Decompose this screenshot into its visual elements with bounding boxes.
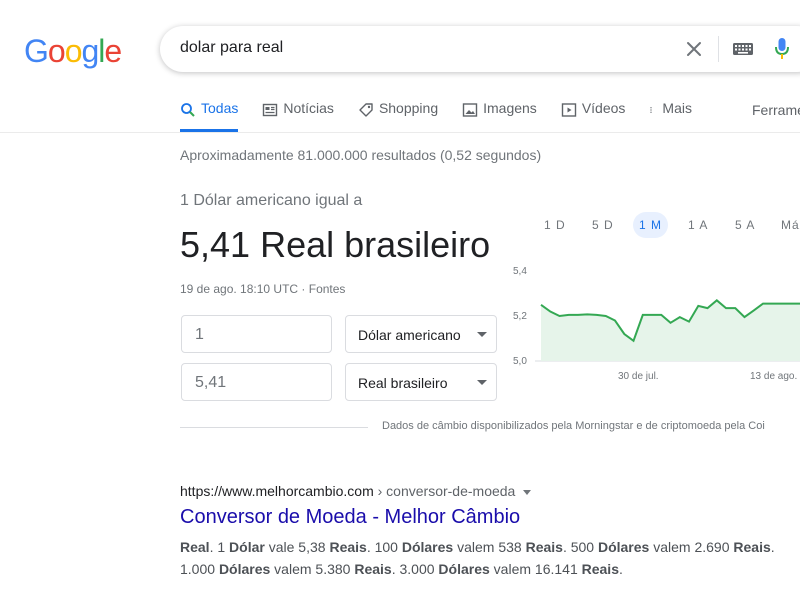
from-amount-input[interactable]: 1 (181, 315, 332, 353)
snippet-bold: Dólares (597, 539, 650, 555)
tab-label: Imagens (483, 100, 537, 116)
search-input[interactable]: dolar para real (180, 39, 283, 57)
tab-label: Shopping (378, 100, 439, 116)
tab-todas[interactable]: Todas (180, 100, 239, 132)
snippet-bold: Real (180, 539, 210, 555)
result-url[interactable]: https://www.melhorcambio.com › conversor… (180, 483, 532, 499)
clear-icon[interactable] (684, 39, 704, 59)
tab-ferramentas[interactable]: Ferrame (752, 102, 800, 118)
snippet-bold: Dólares (401, 539, 454, 555)
tab-mais[interactable]: Mais (649, 100, 692, 132)
snippet-bold: Reais (581, 561, 619, 577)
conversion-result: 5,41 Real brasileiro (180, 224, 491, 265)
keyboard-icon[interactable] (732, 41, 754, 57)
dropdown-arrow-icon (477, 380, 487, 385)
chart-area-fill (541, 300, 800, 361)
tabs-divider (0, 132, 800, 133)
to-currency-label: Real brasileiro (358, 375, 448, 391)
snippet-bold: Dólar (229, 539, 265, 555)
to-amount-input[interactable]: 5,41 (181, 363, 332, 401)
x-tick-label: 30 de jul. (618, 371, 659, 382)
more-icon (650, 107, 653, 113)
tab-label: Notícias (283, 100, 334, 116)
snippet-bold: Dólares (438, 561, 490, 577)
y-tick-label: 5,0 (513, 356, 527, 367)
google-logo[interactable]: Google (24, 33, 122, 70)
tag-icon (359, 103, 373, 117)
conversion-label: 1 Dólar americano igual a (180, 192, 363, 209)
snippet-text: vale 5,38 (264, 539, 330, 555)
tab-label: Todas (201, 100, 239, 116)
tab-noticias[interactable]: Notícias (262, 100, 334, 132)
logo-letter: o (47, 33, 66, 69)
snippet-text: valem 16.141 (489, 561, 582, 577)
snippet-text: . 1 (209, 539, 230, 555)
y-tick-label: 5,2 (513, 311, 527, 322)
search-tabs: Todas Notícias Shopping Imagens Vídeos M… (180, 100, 716, 132)
dropdown-arrow-icon (477, 332, 487, 337)
play-icon (561, 103, 577, 117)
x-tick-label: 13 de ago. (750, 371, 797, 382)
logo-letter: e (104, 33, 122, 69)
snippet-bold: Reais (525, 539, 563, 555)
tab-label: Vídeos (581, 100, 626, 116)
image-icon (462, 103, 478, 117)
result-domain: https://www.melhorcambio.com (180, 483, 374, 499)
search-divider (718, 36, 719, 62)
logo-letter: G (24, 33, 49, 69)
range-tab-1m[interactable]: 1 M (633, 212, 669, 238)
snippet-bold: Reais (329, 539, 367, 555)
snippet-text: . 100 (366, 539, 402, 555)
conversion-timestamp[interactable]: 19 de ago. 18:10 UTC · Fontes (180, 282, 345, 296)
to-currency-select[interactable]: Real brasileiro (345, 363, 497, 401)
tab-label: Mais (662, 100, 692, 116)
from-currency-select[interactable]: Dólar americano (345, 315, 497, 353)
news-icon (263, 103, 278, 117)
snippet-bold: Reais (733, 539, 771, 555)
data-source-note: Dados de câmbio disponibilizados pela Mo… (382, 420, 765, 432)
snippet-bold: Reais (354, 561, 392, 577)
source-divider (180, 427, 368, 428)
url-menu-arrow-icon[interactable] (523, 489, 532, 495)
range-tab-5d[interactable]: 5 D (586, 212, 620, 238)
from-currency-label: Dólar americano (358, 327, 461, 343)
chart-range-tabs: 1 D 5 D 1 M 1 A 5 A Máx (530, 212, 800, 238)
snippet-text: . 500 (562, 539, 598, 555)
mic-icon[interactable] (774, 37, 790, 61)
exchange-rate-chart[interactable]: 5,4 5,2 5,0 30 de jul. 13 de ago. (505, 262, 800, 387)
range-tab-max[interactable]: Máx (775, 212, 800, 238)
search-box[interactable]: dolar para real (160, 26, 800, 72)
range-tab-1d[interactable]: 1 D (538, 212, 572, 238)
range-tab-1a[interactable]: 1 A (682, 212, 714, 238)
logo-letter: g (81, 33, 99, 69)
search-icon (181, 103, 195, 117)
tab-videos[interactable]: Vídeos (561, 100, 626, 132)
result-title-link[interactable]: Conversor de Moeda - Melhor Câmbio (180, 506, 520, 529)
snippet-text: valem 5.380 (270, 561, 355, 577)
snippet-text: valem 2.690 (649, 539, 734, 555)
logo-letter: o (64, 33, 83, 69)
snippet-text: . 3.000 (391, 561, 439, 577)
snippet-text: . (618, 561, 623, 577)
tab-imagens[interactable]: Imagens (462, 100, 537, 132)
snippet-bold: Dólares (218, 561, 271, 577)
range-tab-5a[interactable]: 5 A (729, 212, 761, 238)
result-snippet: Real. 1 Dólar vale 5,38 Reais. 100 Dólar… (180, 536, 790, 580)
y-tick-label: 5,4 (513, 266, 527, 277)
snippet-text: valem 538 (453, 539, 526, 555)
result-path: › conversor-de-moeda (373, 483, 516, 499)
results-stats: Aproximadamente 81.000.000 resultados (0… (180, 147, 542, 163)
tab-shopping[interactable]: Shopping (358, 100, 438, 132)
